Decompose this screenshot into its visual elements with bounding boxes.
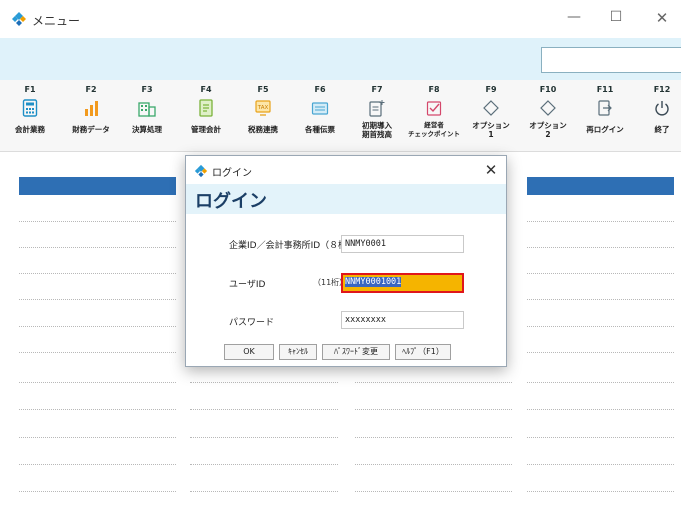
password-label: パスワード (229, 318, 275, 328)
fkey-label: 再ログイン (586, 125, 624, 134)
help-button[interactable]: ﾍﾙﾌﾟ（F1） (395, 344, 451, 360)
fkey-label: 財務データ (72, 125, 110, 134)
fkey-label: 決算処理 (132, 125, 162, 134)
title-bar: メニュー — ☐ ✕ (0, 0, 681, 38)
toolbar-item-f11[interactable]: F11 再ログイン (576, 84, 634, 134)
app-logo-icon (194, 164, 208, 178)
calculator-icon (22, 99, 38, 117)
checkbox-icon (426, 101, 442, 116)
company-id-value: NNMY0001 (345, 239, 386, 249)
fkey-code: F12 (653, 85, 671, 94)
right-panel-header (527, 177, 674, 195)
close-window-button[interactable]: ✕ (650, 9, 674, 27)
toolbar-item-f8[interactable]: F8 経営者 チェックポイント (405, 84, 463, 139)
toolbar-item-f4[interactable]: F4 管理会計 (177, 84, 235, 134)
dialog-title: ログイン (212, 168, 252, 179)
dialog-heading: ログイン (195, 191, 267, 212)
user-id-field[interactable]: NNMY0001001 (341, 273, 464, 293)
user-id-label: ユーザID (229, 280, 266, 290)
fkey-label: 経営者 チェックポイント (408, 121, 460, 138)
fkey-code: F2 (85, 85, 97, 94)
fkey-code: F10 (539, 85, 557, 94)
fkey-label: 終了 (654, 125, 670, 134)
fkey-label: 初期導入 期首残高 (362, 121, 392, 139)
fkey-label: オプション 1 (472, 121, 510, 139)
dialog-close-button[interactable]: ✕ (482, 161, 500, 179)
app-logo-icon (12, 12, 26, 26)
bar-chart-icon (85, 101, 98, 116)
change-password-button[interactable]: ﾊﾟｽﾜｰﾄﾞ変更 (322, 344, 390, 360)
toolbar-item-f6[interactable]: F6 各種伝票 (291, 84, 349, 134)
relogin-icon (598, 100, 612, 116)
dialog-title-bar: ログイン ✕ (186, 156, 506, 184)
dialog-button-row: OK ｷｬﾝｾﾙ ﾊﾟｽﾜｰﾄﾞ変更 ﾍﾙﾌﾟ（F1） (224, 344, 476, 360)
fkey-code: F4 (200, 85, 212, 94)
maximize-button[interactable]: ☐ (604, 9, 628, 25)
user-id-value: NNMY0001001 (345, 277, 402, 287)
login-dialog: ログイン ✕ ログイン 企業ID／会計事務所ID（８桁） NNMY0001 ユー… (185, 155, 507, 367)
password-field[interactable]: xxxxxxxx (341, 311, 464, 329)
company-id-label: 企業ID／会計事務所ID（８桁） (229, 241, 357, 251)
slip-icon (311, 102, 329, 115)
dialog-header: ログイン (186, 184, 506, 214)
toolbar-item-f7[interactable]: F7 初期導入 期首残高 (348, 84, 406, 139)
fkey-code: F5 (257, 85, 269, 94)
fkey-code: F8 (428, 85, 440, 94)
fkey-code: F1 (24, 85, 36, 94)
toolbar-item-f9[interactable]: F9 オプション 1 (462, 84, 520, 139)
svg-text:TAX: TAX (257, 105, 269, 111)
toolbar-item-f3[interactable]: F3 決算処理 (118, 84, 176, 134)
diamond-icon (483, 100, 499, 116)
cancel-button[interactable]: ｷｬﾝｾﾙ (279, 344, 317, 360)
new-document-icon (369, 100, 385, 117)
fkey-code: F7 (371, 85, 383, 94)
building-icon (138, 102, 156, 117)
top-search-input[interactable] (541, 47, 681, 73)
fkey-code: F11 (596, 85, 614, 94)
minimize-button[interactable]: — (562, 9, 586, 25)
toolbar-item-f2[interactable]: F2 財務データ (62, 84, 120, 134)
tax-icon: TAX (255, 100, 271, 116)
ok-button[interactable]: OK (224, 344, 274, 360)
toolbar-item-f5[interactable]: F5 TAX 税務連携 (234, 84, 292, 134)
document-icon (199, 99, 213, 117)
power-icon (655, 101, 669, 116)
window-title: メニュー (32, 14, 81, 28)
toolbar-item-f10[interactable]: F10 オプション 2 (519, 84, 577, 139)
toolbar-item-f12[interactable]: F12 終了 (633, 84, 681, 134)
password-value: xxxxxxxx (345, 315, 386, 325)
fkey-label: 各種伝票 (305, 125, 335, 134)
fkey-label: 会計業務 (15, 125, 45, 134)
fkey-label: 管理会計 (191, 125, 221, 134)
left-panel-header (19, 177, 176, 195)
fkey-code: F6 (314, 85, 326, 94)
diamond-icon (540, 100, 556, 116)
fkey-code: F3 (141, 85, 153, 94)
fkey-code: F9 (485, 85, 497, 94)
fkey-label: オプション 2 (529, 121, 567, 139)
company-id-field[interactable]: NNMY0001 (341, 235, 464, 253)
toolbar-item-f1[interactable]: F1 会計業務 (1, 84, 59, 134)
fkey-label: 税務連携 (248, 125, 278, 134)
